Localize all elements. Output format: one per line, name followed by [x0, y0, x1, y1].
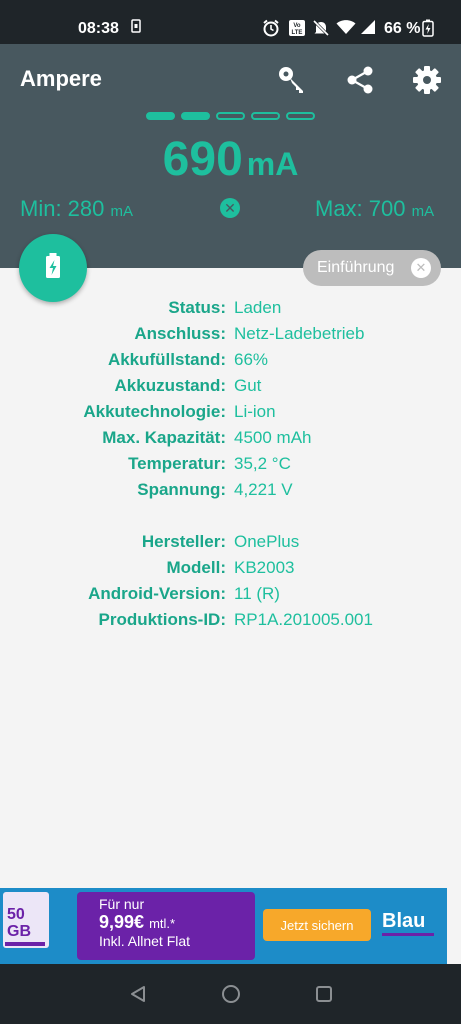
- current-reading: 690 mA: [0, 132, 461, 187]
- info-value: RP1A.201005.001: [234, 610, 373, 629]
- ad-brand-logo: Blau: [382, 910, 426, 932]
- settings-gear-icon[interactable]: [407, 60, 447, 100]
- signal-icon: [360, 19, 376, 38]
- info-label: Akkuzustand:: [114, 376, 226, 395]
- min-reading: Min: 280 mA: [20, 196, 133, 222]
- back-icon[interactable]: [128, 984, 148, 1004]
- home-icon[interactable]: [221, 984, 241, 1004]
- battery-fab-button[interactable]: [19, 234, 87, 302]
- recents-icon[interactable]: [314, 984, 334, 1004]
- status-time: 08:38: [78, 20, 119, 37]
- intro-chip[interactable]: Einführung ✕: [303, 250, 441, 286]
- level-dot: [181, 112, 210, 120]
- max-label: Max: 700: [315, 196, 406, 221]
- info-label: Akkufüllstand:: [107, 350, 226, 369]
- info-value: Gut: [234, 376, 262, 395]
- info-row: Modell: KB2003: [0, 558, 461, 584]
- level-dot: [216, 112, 245, 120]
- info-label: Temperatur:: [128, 454, 226, 473]
- intro-chip-label: Einführung: [317, 259, 395, 276]
- info-row: Max. Kapazität: 4500 mAh: [0, 428, 461, 454]
- level-dot: [146, 112, 175, 120]
- max-reading: Max: 700 mA: [315, 196, 434, 222]
- min-label: Min: 280: [20, 196, 105, 221]
- ad-price-suffix: mtl.*: [149, 916, 176, 931]
- info-label: Hersteller:: [141, 532, 226, 551]
- battery-percent: 66 %: [384, 20, 421, 37]
- info-row: Produktions-ID: RP1A.201005.001: [0, 610, 461, 636]
- key-icon[interactable]: [272, 60, 312, 100]
- info-row: Spannung: 4,221 V: [0, 480, 461, 506]
- info-label: Produktions-ID:: [98, 610, 227, 629]
- battery-charging-icon: [422, 19, 434, 40]
- wifi-icon: [336, 19, 356, 38]
- info-label: Anschluss:: [134, 324, 226, 343]
- ad-cta-button[interactable]: Jetzt sichern: [263, 909, 371, 941]
- ad-banner[interactable]: 50 GB Für nur 9,99€ mtl.* Inkl. Allnet F…: [0, 888, 447, 964]
- info-row: Status: Laden: [0, 298, 461, 324]
- info-value: OnePlus: [234, 532, 300, 551]
- battery-charging-icon: [45, 252, 61, 284]
- share-icon[interactable]: [340, 60, 380, 100]
- min-unit: mA: [110, 203, 134, 220]
- info-row: Android-Version: 11 (R): [0, 584, 461, 610]
- ad-sim-label: 50 GB: [7, 906, 31, 940]
- info-label: Android-Version:: [88, 584, 226, 603]
- info-row: Akkuzustand: Gut: [0, 376, 461, 402]
- info-label: Modell:: [166, 558, 227, 577]
- svg-text:Vo: Vo: [293, 23, 301, 29]
- info-value: Li-ion: [234, 402, 276, 421]
- svg-text:LTE: LTE: [292, 30, 303, 36]
- info-value: 66%: [234, 350, 269, 369]
- sim-card-graphic: 50 GB: [3, 892, 49, 948]
- current-unit: mA: [246, 146, 299, 182]
- info-label: Akkutechnologie:: [83, 402, 226, 421]
- info-row: Akkufüllstand: 66%: [0, 350, 461, 376]
- info-label: Spannung:: [137, 480, 226, 499]
- level-dot: [251, 112, 280, 120]
- ad-price: 9,99€: [99, 912, 145, 932]
- info-value: Laden: [234, 298, 282, 317]
- level-indicator: [146, 112, 315, 120]
- info-label: Status:: [168, 298, 226, 317]
- info-value: 11 (R): [234, 584, 280, 603]
- info-row: Temperatur: 35,2 °C: [0, 454, 461, 480]
- close-icon[interactable]: ✕: [411, 258, 431, 278]
- screenshot-icon: [131, 19, 141, 36]
- level-dot: [286, 112, 315, 120]
- info-value: 4,221 V: [234, 480, 293, 499]
- status-bar: 08:38 Vo LTE 66 %: [0, 0, 461, 44]
- volte-icon: Vo LTE: [288, 19, 306, 40]
- mute-icon: [312, 19, 330, 40]
- battery-info-list: Status: Laden Anschluss: Netz-Ladebetrieb Ak…: [0, 298, 461, 506]
- info-label: Max. Kapazität:: [102, 428, 226, 447]
- current-value: 690: [162, 133, 243, 186]
- info-row: Hersteller: OnePlus: [0, 532, 461, 558]
- info-row: Anschluss: Netz-Ladebetrieb: [0, 324, 461, 350]
- ad-line3: Inkl. Allnet Flat: [99, 933, 191, 949]
- info-value: KB2003: [234, 558, 295, 577]
- reset-close-icon[interactable]: ✕: [220, 198, 240, 218]
- ad-offer-box: Für nur 9,99€ mtl.* Inkl. Allnet Flat: [77, 892, 255, 960]
- ad-line1: Für nur: [99, 896, 145, 912]
- info-row: Akkutechnologie: Li-ion: [0, 402, 461, 428]
- info-value: 35,2 °C: [234, 454, 291, 473]
- app-title: Ampere: [20, 66, 102, 91]
- info-value: 4500 mAh: [234, 428, 312, 447]
- device-info-list: Hersteller: OnePlus Modell: KB2003 Android-V…: [0, 532, 461, 636]
- alarm-icon: [262, 19, 280, 40]
- ad-price-line: 9,99€ mtl.*: [99, 912, 255, 933]
- system-nav-bar: [0, 964, 461, 1024]
- info-value: Netz-Ladebetrieb: [234, 324, 365, 343]
- app-header: Ampere 690 mA Min: 280 mA ✕ Max: 700 mA: [0, 44, 461, 268]
- max-unit: mA: [411, 203, 435, 220]
